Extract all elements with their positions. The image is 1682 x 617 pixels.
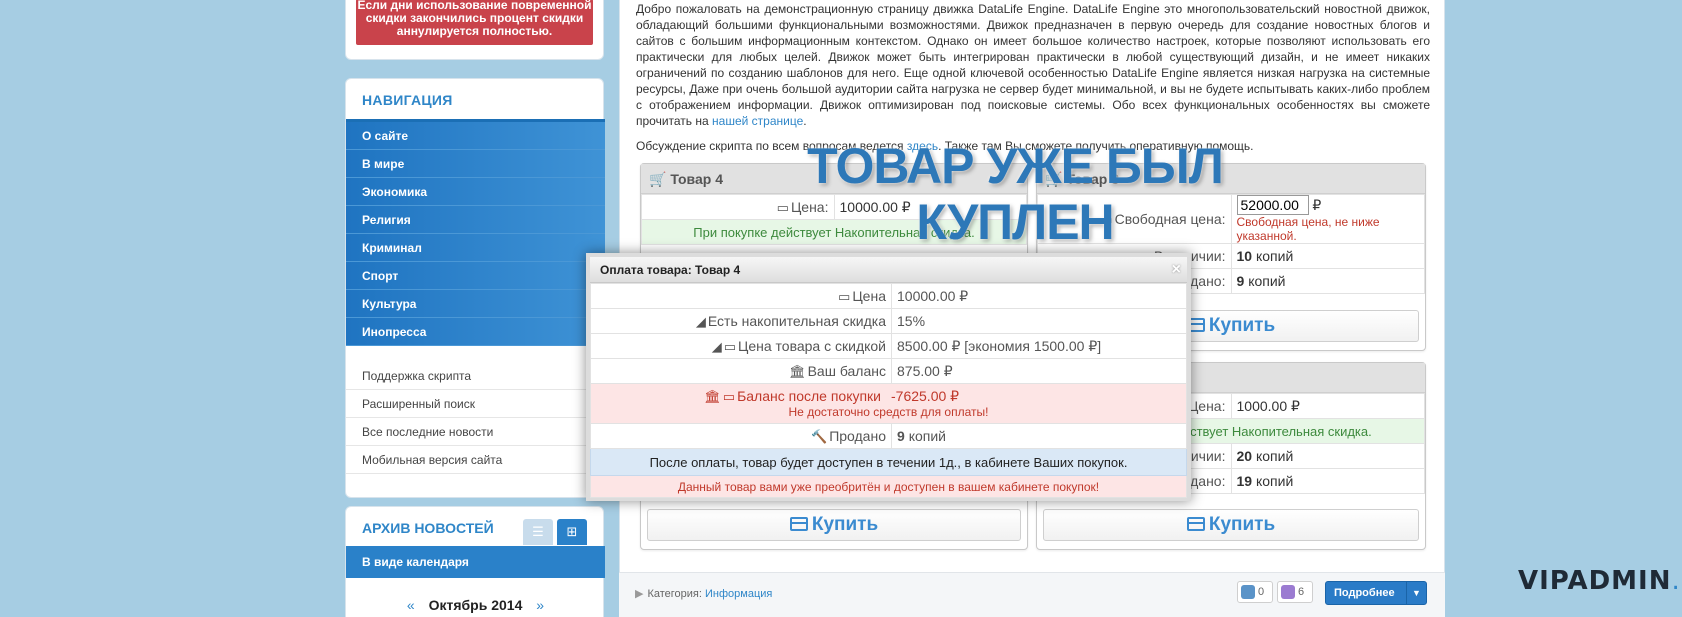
stock-value: 20 bbox=[1236, 448, 1253, 464]
modal-info: После оплаты, товар будет доступен в теч… bbox=[590, 448, 1187, 476]
archive-calendar-tab[interactable]: В виде календаря bbox=[346, 546, 605, 578]
stock-unit: копий bbox=[1255, 248, 1294, 264]
overlay-line-1: ТОВАР УЖЕ БЫЛ bbox=[807, 138, 1224, 194]
calendar-month: Октябрь 2014 bbox=[428, 597, 523, 613]
article-body: Добро пожаловать на демонстрационную стр… bbox=[636, 1, 1430, 129]
modal-balance-label: Ваш баланс bbox=[807, 362, 886, 379]
modal-discount-label: Есть накопительная скидка bbox=[707, 312, 886, 329]
sold-value: 9 bbox=[1236, 273, 1245, 289]
modal-after-label: Баланс после покупки bbox=[737, 388, 881, 404]
nav-item-religion[interactable]: Религия bbox=[346, 206, 605, 234]
modal-sold-unit: копий bbox=[908, 428, 946, 444]
navigation-list: О сайте В мире Экономика Религия Кримина… bbox=[346, 119, 605, 346]
modal-disc-price-label: Цена товара с скидкой bbox=[737, 337, 886, 354]
nav-item-crime[interactable]: Криминал bbox=[346, 234, 605, 262]
credit-card-icon bbox=[1186, 517, 1205, 531]
nav-link-latest-news[interactable]: Все последние новости bbox=[346, 418, 605, 446]
category-label: Категория: bbox=[647, 588, 702, 600]
nav-item-culture[interactable]: Культура bbox=[346, 290, 605, 318]
modal-title: Оплата товара: Товар 4 bbox=[600, 263, 741, 277]
navigation-box: НАВИГАЦИЯ О сайте В мире Экономика Религ… bbox=[345, 78, 605, 498]
category-line: ▶ Категория: Информация bbox=[635, 587, 772, 600]
nav-link-support[interactable]: Поддержка скрипта bbox=[346, 362, 605, 390]
product-title-text: Товар 4 bbox=[670, 171, 723, 187]
nav-link-mobile[interactable]: Мобильная версия сайта bbox=[346, 446, 605, 474]
archive-list-view-tab[interactable]: ☰ bbox=[523, 519, 553, 545]
currency: ₽ bbox=[1312, 197, 1322, 213]
nav-item-sport[interactable]: Спорт bbox=[346, 262, 605, 290]
modal-sold-value: 9 bbox=[897, 428, 905, 444]
credit-card-icon bbox=[789, 517, 808, 531]
modal-disc-price: 8500.00 ₽ [экономия 1500.00 ₽] bbox=[891, 333, 1187, 359]
promo-box: Если дни использование повременной скидк… bbox=[345, 0, 604, 60]
stock-unit: копий bbox=[1255, 448, 1294, 464]
category-link[interactable]: Информация bbox=[705, 588, 772, 600]
chevron-down-icon[interactable]: ▼ bbox=[1406, 582, 1426, 604]
archive-title: АРХИВ НОВОСТЕЙ bbox=[362, 520, 494, 536]
article-text: Добро пожаловать на демонстрационную стр… bbox=[636, 2, 1430, 128]
area-chart-icon: ◢ bbox=[695, 313, 706, 329]
price-value: 1000.00 ₽ bbox=[1230, 393, 1425, 419]
article-footer: ▶ Категория: Информация 0 6 Подробнее ▼ bbox=[619, 572, 1445, 617]
money-icon: ▭ bbox=[838, 288, 851, 304]
views-icon bbox=[1281, 585, 1295, 599]
brand-watermark: VIPADMIN.club bbox=[1518, 566, 1682, 596]
modal-after-value: -7625.00 ₽ bbox=[891, 388, 960, 404]
money-icon: ▭ bbox=[776, 199, 789, 215]
payment-modal: Оплата товара: Товар 4 × ▭ Цена 10000.00 … bbox=[586, 253, 1191, 501]
article-end: . bbox=[803, 114, 807, 128]
overlay-line-2: КУПЛЕН bbox=[916, 194, 1114, 250]
grid-icon: ⊞ bbox=[566, 524, 578, 539]
archive-box: АРХИВ НОВОСТЕЙ ☰ ⊞ В виде календаря « Ок… bbox=[345, 506, 605, 617]
sold-unit: копий bbox=[1248, 273, 1286, 289]
stock-value: 10 bbox=[1236, 248, 1253, 264]
comments-counter[interactable]: 0 bbox=[1237, 581, 1273, 603]
payment-table: ▭ Цена 10000.00 ₽ ◢ Есть накопительная ски… bbox=[590, 283, 1187, 498]
list-icon: ☰ bbox=[532, 524, 544, 539]
more-button[interactable]: Подробнее ▼ bbox=[1325, 581, 1427, 605]
insufficient-funds-note: Не достаточно средств для оплаты! bbox=[788, 405, 989, 419]
already-purchased-overlay: ТОВАР УЖЕ БЫЛ КУПЛЕН bbox=[790, 138, 1240, 250]
modal-balance: 875.00 ₽ bbox=[891, 358, 1187, 384]
free-price-input[interactable] bbox=[1236, 195, 1309, 215]
nav-item-inopressa[interactable]: Инопресса bbox=[346, 318, 605, 346]
bank-icon: 🏛 bbox=[789, 363, 806, 379]
modal-warning: Данный товар вами уже преобритён и досту… bbox=[590, 475, 1187, 498]
modal-discount: 15% bbox=[891, 308, 1187, 334]
navigation-sub-list: Поддержка скрипта Расширенный поиск Все … bbox=[346, 362, 605, 474]
promo-discount-notice: Если дни использование повременной скидк… bbox=[356, 0, 593, 45]
money-icon: ▭ bbox=[723, 338, 736, 354]
nav-item-about[interactable]: О сайте bbox=[346, 122, 605, 150]
free-price-note: Свободная цена, не ниже указанной. bbox=[1236, 215, 1380, 243]
sold-value: 19 bbox=[1236, 473, 1253, 489]
bank-icon: 🏛 bbox=[704, 389, 721, 404]
close-icon[interactable]: × bbox=[1172, 257, 1181, 283]
modal-sold-label: Продано bbox=[829, 427, 886, 444]
promo-line-3: аннулируется полностью. bbox=[396, 24, 553, 38]
modal-header: Оплата товара: Товар 4 × bbox=[590, 257, 1187, 283]
modal-price: 10000.00 ₽ bbox=[891, 283, 1187, 309]
modal-price-label: Цена bbox=[852, 287, 886, 304]
views-counter: 6 bbox=[1277, 581, 1313, 603]
nav-link-advanced-search[interactable]: Расширенный поиск bbox=[346, 390, 605, 418]
gavel-icon: 🔨 bbox=[811, 428, 828, 444]
comment-icon bbox=[1241, 585, 1255, 599]
calendar-prev-link[interactable]: « bbox=[407, 597, 415, 613]
nav-item-economy[interactable]: Экономика bbox=[346, 178, 605, 206]
navigation-title: НАВИГАЦИЯ bbox=[362, 92, 453, 108]
buy-button[interactable]: Купить bbox=[647, 509, 1021, 541]
calendar-month-row: « Октябрь 2014 » bbox=[346, 597, 605, 613]
buy-button[interactable]: Купить bbox=[1043, 509, 1419, 541]
triangle-icon: ▶ bbox=[635, 588, 644, 600]
cart-icon: 🛒 bbox=[649, 171, 667, 187]
calendar-next-link[interactable]: » bbox=[536, 597, 544, 613]
sold-unit: копий bbox=[1255, 473, 1294, 489]
article-link[interactable]: нашей странице bbox=[712, 114, 803, 128]
area-chart-icon: ◢ bbox=[711, 338, 722, 354]
credit-card-icon: ▭ bbox=[722, 389, 736, 404]
archive-grid-view-tab[interactable]: ⊞ bbox=[557, 519, 587, 545]
nav-item-world[interactable]: В мире bbox=[346, 150, 605, 178]
